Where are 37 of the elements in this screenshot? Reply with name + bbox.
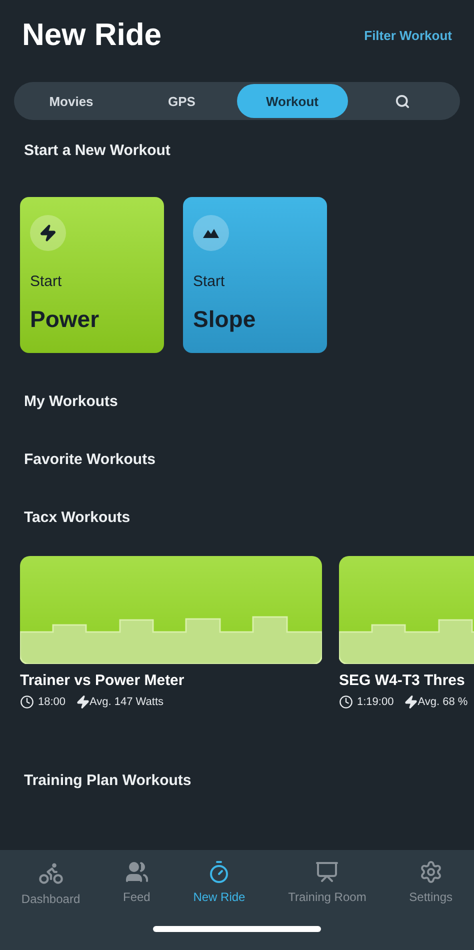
workout-average: Avg. 147 Watts <box>90 696 164 708</box>
section-title[interactable]: Tacx Workouts <box>0 509 474 526</box>
tab[interactable]: Movies <box>16 84 126 118</box>
lightning-icon <box>404 695 418 709</box>
tab[interactable]: GPS <box>126 84 237 118</box>
card-label: Power <box>30 306 100 333</box>
presentation-icon <box>315 860 340 884</box>
workout-duration: 1:19:00 <box>357 696 394 708</box>
card-label: Slope <box>193 306 256 333</box>
people-icon <box>124 860 149 884</box>
section-title[interactable]: Training Plan Workouts <box>0 772 474 789</box>
lightning-icon <box>39 224 57 242</box>
search-icon <box>395 94 410 108</box>
clock-icon <box>339 695 353 709</box>
settings-icon <box>418 860 443 884</box>
lightning-icon <box>76 695 90 709</box>
card-caption: Start <box>30 273 62 290</box>
workout-title[interactable]: Trainer vs Power Meter <box>20 672 322 689</box>
nav-item[interactable]: Training Room <box>286 860 368 906</box>
start-workout-card[interactable]: Start Power <box>20 197 164 353</box>
nav-item[interactable]: Settings <box>407 860 455 906</box>
tab[interactable]: Workout <box>237 84 348 118</box>
workout-average: Avg. 68 % <box>418 696 468 708</box>
filter-link[interactable]: Filter Workout <box>364 28 452 42</box>
nav-item[interactable]: Feed <box>120 860 152 906</box>
section-title: Start a New Workout <box>23 142 172 159</box>
start-workout-card[interactable]: Start Slope <box>183 197 327 353</box>
mountain-icon <box>203 228 219 238</box>
section-title[interactable]: My Workouts <box>0 393 474 410</box>
page-title: New Ride <box>22 17 162 53</box>
workout-duration: 18:00 <box>38 696 66 708</box>
section-title[interactable]: Favorite Workouts <box>0 451 474 468</box>
nav-item[interactable]: New Ride <box>191 860 248 906</box>
clock-icon <box>20 695 34 709</box>
workout-title[interactable]: SEG W4-T3 Thres <box>339 672 474 689</box>
card-caption: Start <box>193 273 225 290</box>
nav-item[interactable]: Dashboard <box>19 860 82 906</box>
